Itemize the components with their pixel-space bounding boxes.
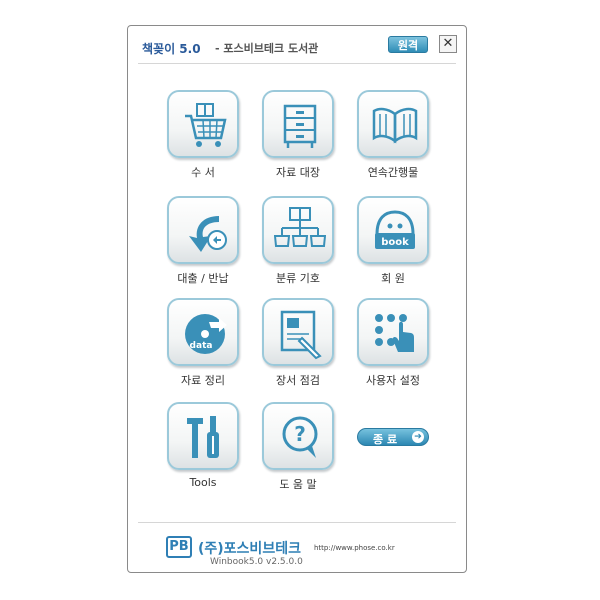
menu-label: 수 서 (191, 166, 215, 179)
inspection-pen-icon (280, 310, 322, 360)
return-arrow-icon (189, 216, 227, 252)
app-title: 책꽂이 5.0 (142, 42, 201, 56)
menu-acquisition[interactable]: 수 서 (163, 90, 243, 180)
footer-divider (138, 522, 456, 523)
menu-label: 분류 기호 (276, 272, 320, 285)
shopping-cart-icon (185, 103, 227, 147)
menu-label: 자료 대장 (276, 166, 320, 179)
company-url[interactable]: http://www.phose.co.kr (314, 544, 395, 552)
svg-text:data: data (190, 341, 213, 351)
exit-label: 종 료 (373, 433, 398, 446)
menu-inventory-check[interactable]: 장서 점검 (258, 298, 338, 388)
svg-text:book: book (381, 237, 409, 248)
company-name: (주)포스비브테크 (198, 541, 301, 557)
menu-label: 대출 / 반납 (177, 272, 229, 285)
arrow-right-icon: ➔ (412, 431, 424, 443)
menu-label: 자료 정리 (181, 374, 225, 387)
cabinet-icon (283, 104, 317, 148)
menu-tools[interactable]: Tools (163, 402, 243, 489)
main-window: 책꽂이 5.0 - 포스비브테크 도서관 원격 ✕ 수 서 자료 대장 연속간행… (127, 25, 467, 573)
title-bar: 책꽂이 5.0 - 포스비브테크 도서관 원격 ✕ (128, 26, 466, 66)
exit-button[interactable]: 종 료 ➔ (357, 428, 429, 446)
menu-label: 장서 점검 (276, 374, 320, 387)
touch-settings-icon (375, 314, 414, 352)
remote-button[interactable]: 원격 (388, 36, 428, 53)
menu-serials[interactable]: 연속간행물 (353, 90, 433, 180)
menu-classification[interactable]: 분류 기호 (258, 196, 338, 286)
menu-catalog-register[interactable]: 자료 대장 (258, 90, 338, 180)
member-book-icon: book (375, 210, 415, 249)
title-divider (138, 63, 456, 64)
menu-help[interactable]: ? 도 움 말 (258, 402, 338, 492)
menu-label: 회 원 (381, 272, 405, 285)
library-name: - 포스비브테크 도서관 (215, 42, 319, 55)
company-logo: PB (166, 536, 192, 558)
menu-user-settings[interactable]: 사용자 설정 (353, 298, 433, 388)
close-button[interactable]: ✕ (439, 35, 457, 53)
menu-data-organize[interactable]: data 자료 정리 (163, 298, 243, 388)
menu-label: 도 움 말 (279, 478, 317, 491)
classification-tree-icon (274, 207, 326, 247)
open-book-icon (372, 107, 418, 144)
data-disc-icon: data (185, 314, 227, 354)
version-text: Winbook5.0 v2.5.0.0 (210, 557, 303, 567)
menu-loan-return[interactable]: 대출 / 반납 (163, 196, 243, 286)
svg-text:?: ? (294, 422, 306, 446)
help-icon: ? (282, 416, 318, 458)
menu-label: Tools (189, 476, 217, 489)
menu-label: 사용자 설정 (365, 374, 421, 387)
menu-members[interactable]: book 회 원 (353, 196, 433, 286)
tools-icon (187, 416, 219, 458)
menu-label: 연속간행물 (367, 166, 419, 179)
